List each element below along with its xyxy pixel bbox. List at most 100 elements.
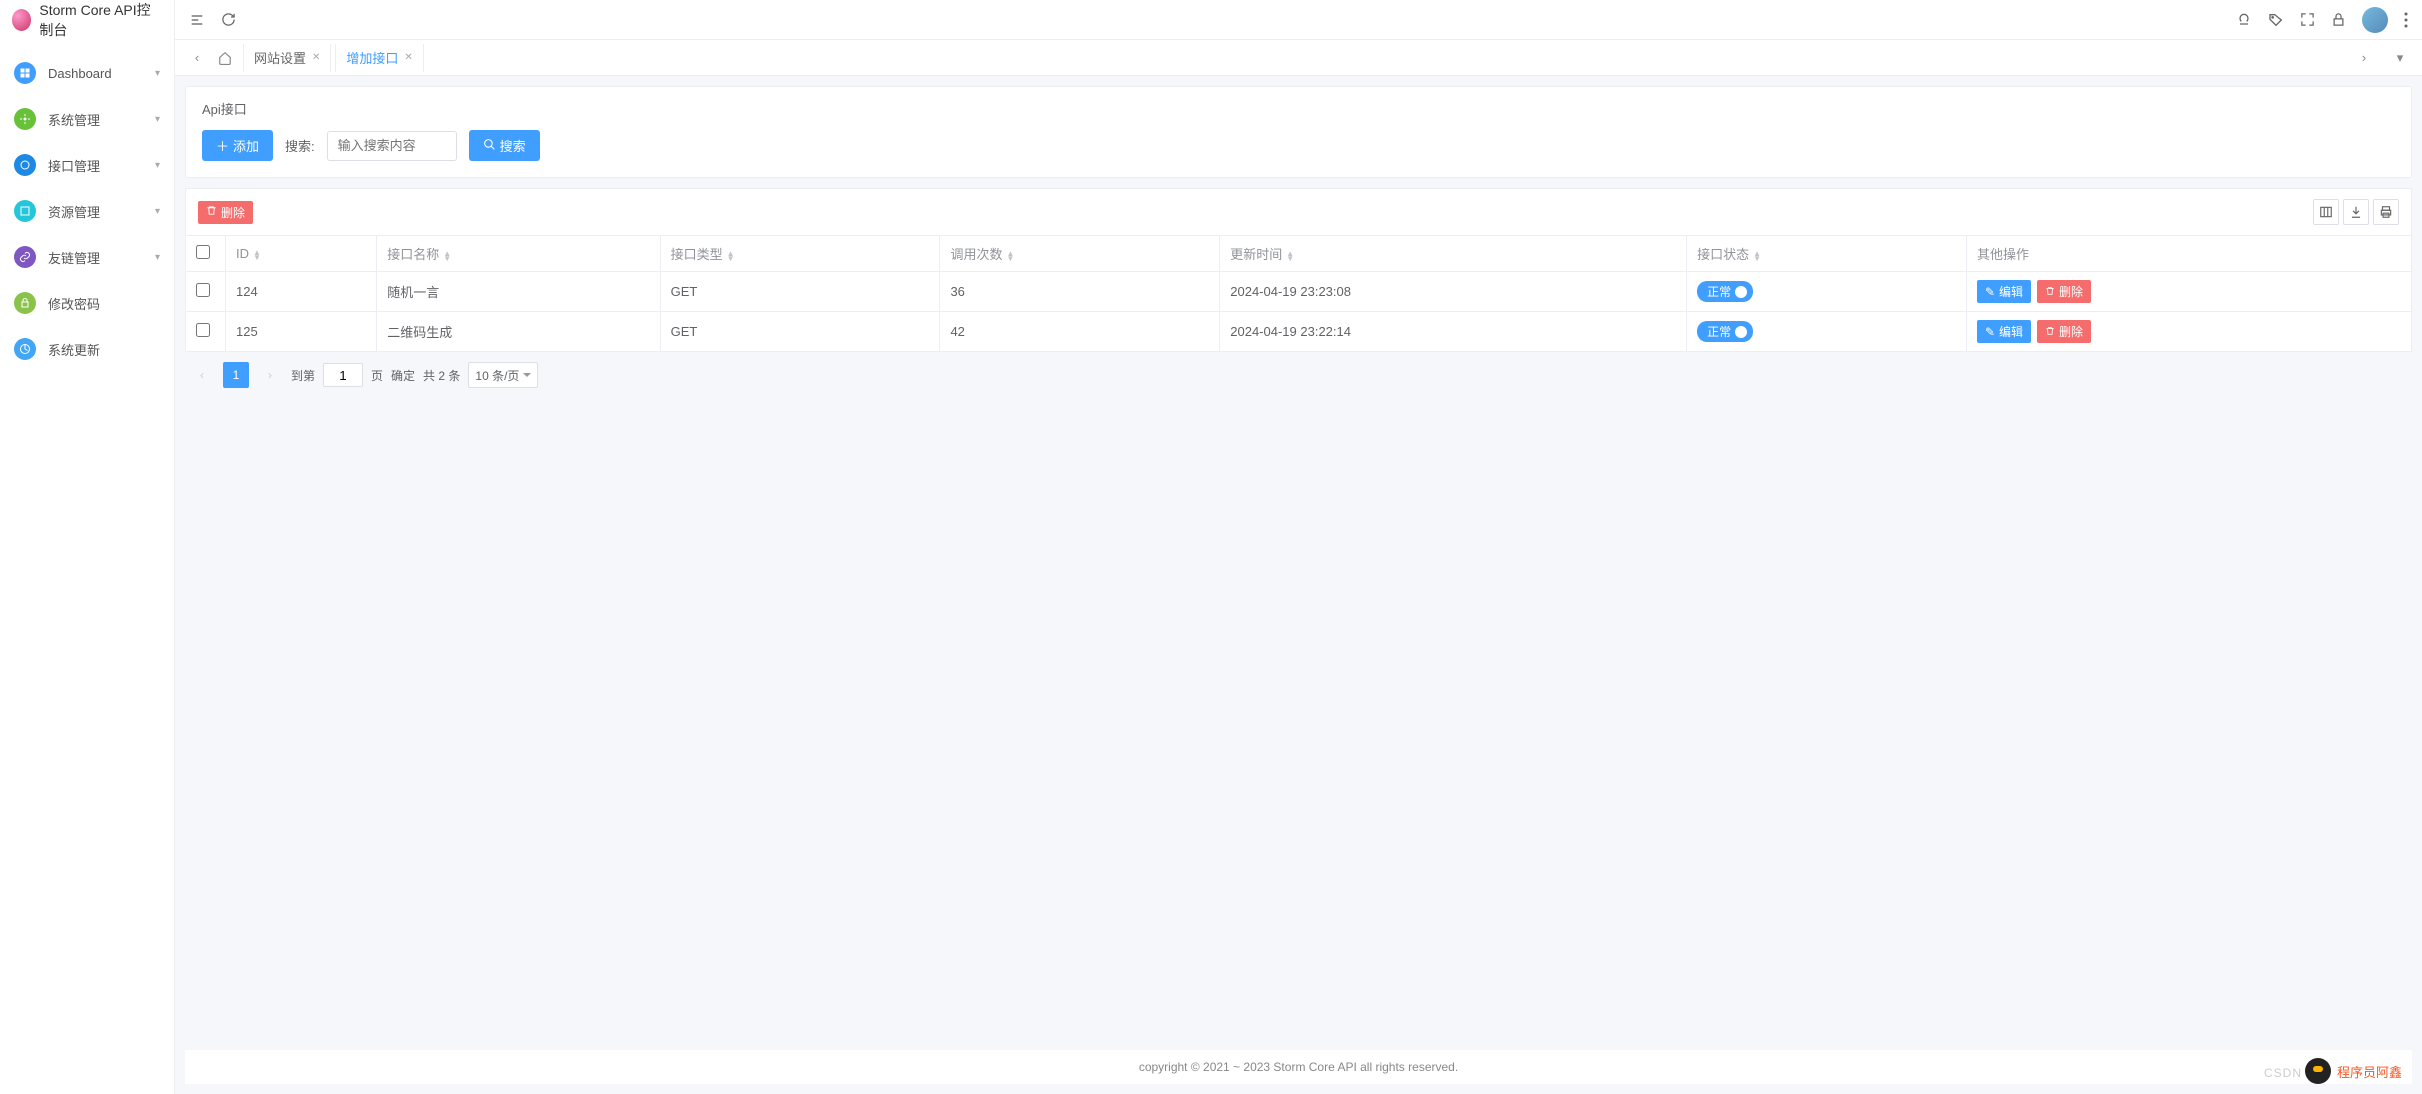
cell-name: 二维码生成	[377, 312, 660, 352]
tab-add-api[interactable]: 增加接口 ✕	[335, 44, 423, 72]
cell-updated: 2024-04-19 23:23:08	[1220, 272, 1687, 312]
bulk-delete-button[interactable]: 删除	[198, 201, 253, 224]
cell-type: GET	[660, 272, 940, 312]
cell-status: 正常	[1687, 272, 1967, 312]
sidebar-item-password[interactable]: 修改密码	[0, 280, 174, 326]
tab-site-settings[interactable]: 网站设置 ✕	[243, 44, 331, 72]
search-button[interactable]: 搜索	[469, 130, 540, 161]
cell-name: 随机一言	[377, 272, 660, 312]
per-page-select[interactable]: 10 条/页	[468, 362, 538, 388]
cell-status: 正常	[1687, 312, 1967, 352]
cell-id: 124	[226, 272, 377, 312]
status-label: 正常	[1707, 283, 1731, 300]
sort-icon: ▲▼	[1286, 251, 1294, 261]
export-icon[interactable]	[2343, 199, 2369, 225]
refresh-icon[interactable]	[221, 12, 236, 27]
col-status[interactable]: 接口状态▲▼	[1687, 236, 1967, 272]
trash-icon	[2045, 325, 2055, 339]
page-unit-label: 页	[371, 367, 383, 384]
col-calls[interactable]: 调用次数▲▼	[940, 236, 1220, 272]
home-tab-icon[interactable]	[211, 44, 239, 72]
print-icon[interactable]	[2373, 199, 2399, 225]
col-id[interactable]: ID▲▼	[226, 236, 377, 272]
col-name[interactable]: 接口名称▲▼	[377, 236, 660, 272]
edit-button[interactable]: ✎编辑	[1977, 320, 2031, 343]
sidebar-item-label: 修改密码	[48, 294, 160, 313]
cell-id: 125	[226, 312, 377, 352]
sidebar-item-resource[interactable]: 资源管理 ▾	[0, 188, 174, 234]
select-all-checkbox[interactable]	[196, 245, 210, 259]
link-icon	[14, 246, 36, 268]
tag-icon[interactable]	[2268, 12, 2284, 28]
delete-button[interactable]: 删除	[2037, 320, 2091, 343]
status-toggle[interactable]: 正常	[1697, 321, 1753, 342]
tab-label: 增加接口	[346, 48, 398, 67]
pagination: ‹ 1 › 到第 页 确定 共 2 条 10 条/页	[185, 352, 2412, 398]
col-updated[interactable]: 更新时间 ▲▼	[1220, 236, 1687, 272]
total-label: 共 2 条	[423, 367, 460, 384]
lock-screen-icon[interactable]	[2331, 12, 2346, 27]
toggle-dot-icon	[1735, 286, 1747, 298]
tab-label: 网站设置	[254, 48, 306, 67]
more-icon[interactable]	[2404, 12, 2408, 28]
close-icon[interactable]: ✕	[404, 52, 412, 63]
row-checkbox[interactable]	[196, 283, 210, 297]
fullscreen-icon[interactable]	[2300, 12, 2315, 27]
close-icon[interactable]: ✕	[312, 52, 320, 63]
table-toolbar: 删除	[185, 188, 2412, 235]
sort-icon: ▲▼	[1753, 251, 1761, 261]
page-next-button[interactable]: ›	[257, 362, 283, 388]
user-avatar[interactable]	[2362, 7, 2388, 33]
api-table: ID▲▼ 接口名称▲▼ 接口类型▲▼ 调用次数▲▼ 更新时间▲▼ 接口状态▲▼ …	[185, 235, 2412, 352]
footer: copyright © 2021 ~ 2023 Storm Core API a…	[185, 1050, 2412, 1084]
delete-label: 删除	[2059, 323, 2083, 340]
sort-icon: ▲▼	[727, 251, 735, 261]
app-logo	[12, 9, 31, 31]
search-panel: Api接口 ＋ 添加 搜索: 搜索	[185, 86, 2412, 178]
goto-confirm-button[interactable]: 确定	[391, 367, 415, 384]
columns-icon[interactable]	[2313, 199, 2339, 225]
trash-icon	[2045, 285, 2055, 299]
row-checkbox[interactable]	[196, 323, 210, 337]
sidebar-item-update[interactable]: 系统更新	[0, 326, 174, 372]
api-icon	[14, 154, 36, 176]
sort-icon: ▲▼	[443, 251, 451, 261]
tabs-next-icon[interactable]: ›	[2350, 50, 2378, 66]
sidebar-item-system[interactable]: 系统管理 ▾	[0, 96, 174, 142]
sidebar-item-links[interactable]: 友链管理 ▾	[0, 234, 174, 280]
status-toggle[interactable]: 正常	[1697, 281, 1753, 302]
sidebar-item-label: 资源管理	[48, 202, 155, 221]
theme-icon[interactable]	[2236, 12, 2252, 28]
sidebar-item-label: 系统更新	[48, 340, 160, 359]
table-row: 125 二维码生成 GET 42 2024-04-19 23:22:14 正常 …	[186, 312, 2412, 352]
trash-icon	[206, 205, 217, 219]
chevron-down-icon: ▾	[155, 206, 160, 217]
goto-page-input[interactable]	[323, 363, 363, 387]
update-icon	[14, 338, 36, 360]
chevron-down-icon: ▾	[155, 160, 160, 171]
logo-area: Storm Core API控制台	[0, 0, 174, 40]
search-button-label: 搜索	[500, 136, 526, 155]
col-type[interactable]: 接口类型▲▼	[660, 236, 940, 272]
collapse-sidebar-icon[interactable]	[189, 12, 205, 28]
search-input[interactable]	[327, 131, 457, 161]
page-prev-button[interactable]: ‹	[189, 362, 215, 388]
tabs-dropdown-icon[interactable]: ▾	[2386, 50, 2414, 66]
col-ops-label: 其他操作	[1977, 247, 2029, 262]
sidebar-item-label: 系统管理	[48, 110, 155, 129]
edit-label: 编辑	[1999, 323, 2023, 340]
delete-label: 删除	[2059, 283, 2083, 300]
sidebar-item-dashboard[interactable]: Dashboard ▾	[0, 50, 174, 96]
page-number-current[interactable]: 1	[223, 362, 249, 388]
plus-icon: ＋	[216, 136, 229, 155]
cell-ops: ✎编辑 删除	[1966, 312, 2411, 352]
add-button[interactable]: ＋ 添加	[202, 130, 273, 161]
sidebar-item-api[interactable]: 接口管理 ▾	[0, 142, 174, 188]
delete-button[interactable]: 删除	[2037, 280, 2091, 303]
status-label: 正常	[1707, 323, 1731, 340]
cell-type: GET	[660, 312, 940, 352]
col-updated-label: 更新时间	[1230, 247, 1282, 262]
tabs-prev-icon[interactable]: ‹	[183, 50, 211, 65]
edit-button[interactable]: ✎编辑	[1977, 280, 2031, 303]
per-page-label: 10 条/页	[475, 367, 519, 384]
